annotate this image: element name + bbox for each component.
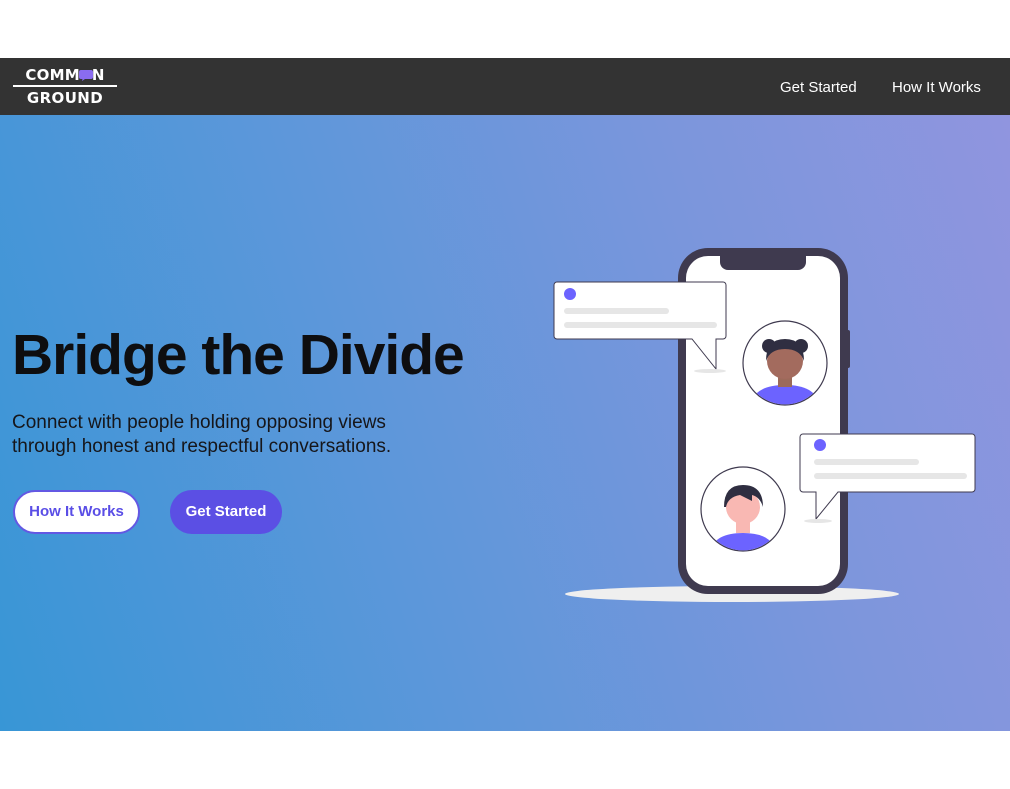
hero-section: Bridge the Divide Connect with people ho… — [0, 115, 1010, 731]
logo-text-common: COMM — [25, 66, 80, 84]
navbar: COMM N GROUND Get Started How It Works — [0, 58, 1010, 115]
logo-line-1: COMM N — [13, 66, 117, 84]
nav-how-it-works-link[interactable]: How It Works — [892, 79, 981, 97]
logo-line-2: GROUND — [26, 89, 104, 107]
phone-chat-illustration — [553, 248, 976, 602]
phone-notch — [720, 248, 806, 270]
hero-subtitle: Connect with people holding opposing vie… — [12, 411, 482, 459]
hero-title: Bridge the Divide — [12, 323, 465, 387]
speech-bubble-icon — [78, 70, 93, 81]
common-ground-logo[interactable]: COMM N GROUND — [13, 64, 117, 110]
get-started-button[interactable]: Get Started — [170, 490, 282, 534]
hero-subtitle-line-1: Connect with people holding opposing vie… — [12, 412, 386, 433]
logo-text-n: N — [91, 66, 105, 84]
logo-divider — [13, 85, 117, 87]
how-it-works-button[interactable]: How It Works — [13, 490, 140, 534]
nav-get-started-link[interactable]: Get Started — [780, 79, 857, 97]
hero-subtitle-line-2: through honest and respectful conversati… — [12, 436, 392, 457]
